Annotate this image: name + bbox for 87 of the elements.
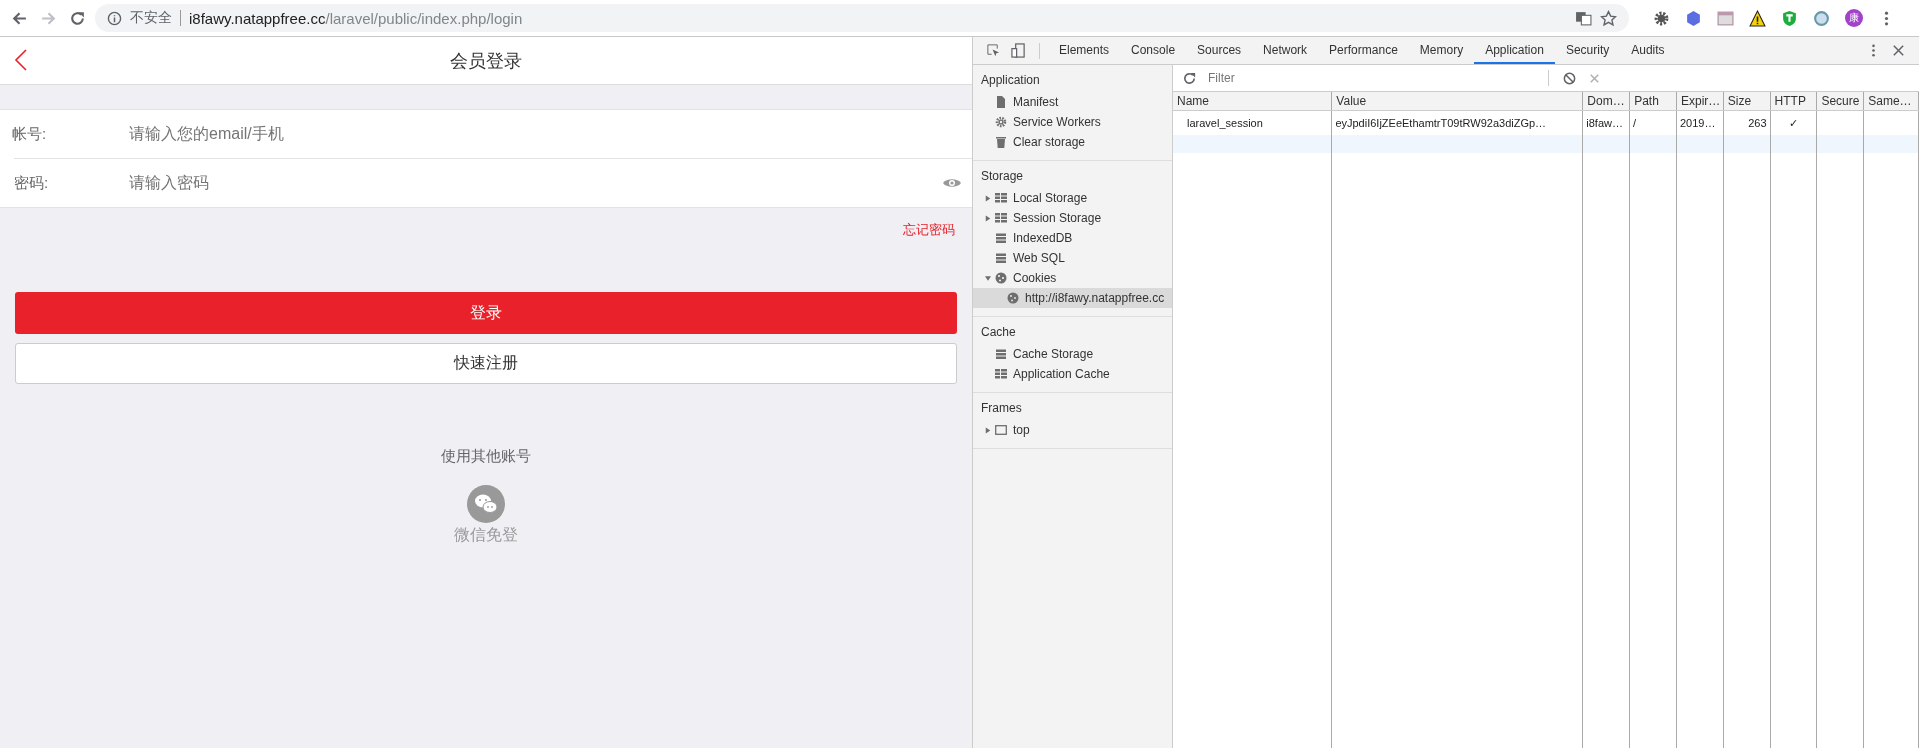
disclosure-triangle-icon[interactable] bbox=[985, 194, 991, 202]
devtools-tab[interactable]: Performance bbox=[1318, 37, 1409, 64]
sidebar-item[interactable]: Cache Storage bbox=[973, 344, 1172, 364]
grid-icon bbox=[995, 368, 1007, 380]
device-icon[interactable] bbox=[1011, 43, 1026, 58]
disclosure-triangle-icon[interactable] bbox=[985, 214, 991, 222]
table-cell: eyJpdiI6IjZEeEthamtrT09tRW92a3diZGp… bbox=[1335, 117, 1547, 129]
database-icon bbox=[995, 348, 1007, 360]
field-label: 帐号: bbox=[12, 124, 48, 144]
database-icon bbox=[995, 252, 1007, 264]
column-header[interactable]: Name bbox=[1173, 92, 1333, 110]
ring-icon[interactable] bbox=[1813, 9, 1830, 27]
page-title: 会员登录 bbox=[450, 49, 522, 73]
section-title: Frames bbox=[980, 400, 1023, 417]
section-title: Storage bbox=[980, 168, 1025, 185]
sidebar-item[interactable]: Local Storage bbox=[973, 188, 1172, 208]
sidebar-item[interactable]: Cookies bbox=[973, 268, 1172, 288]
block-icon[interactable] bbox=[1562, 70, 1577, 86]
input-field[interactable]: 请输入密码 bbox=[127, 173, 942, 193]
hexagon-icon[interactable] bbox=[1685, 9, 1702, 27]
sidebar-item[interactable]: Web SQL bbox=[973, 248, 1172, 268]
file-icon bbox=[995, 96, 1007, 108]
sidebar-item[interactable]: Session Storage bbox=[973, 208, 1172, 228]
column-header[interactable]: Expir… bbox=[1676, 92, 1724, 110]
sidebar-item[interactable]: Application Cache bbox=[973, 364, 1172, 384]
section-title: Cache bbox=[980, 324, 1017, 341]
sidebar-item[interactable]: Manifest bbox=[973, 92, 1172, 112]
shield-icon[interactable] bbox=[1781, 9, 1798, 27]
field-label: 密码: bbox=[14, 173, 50, 193]
section-title: Application bbox=[980, 72, 1041, 89]
sidebar-item[interactable]: http://i8fawy.natappfree.cc bbox=[973, 288, 1172, 308]
trash-icon bbox=[995, 136, 1007, 148]
grid-icon bbox=[995, 192, 1007, 204]
frame-icon bbox=[995, 424, 1007, 436]
column-header[interactable]: Secure bbox=[1817, 92, 1865, 110]
translate-icon[interactable] bbox=[1575, 9, 1592, 27]
devtools-tab[interactable]: Audits bbox=[1620, 37, 1676, 64]
grid-icon bbox=[995, 212, 1007, 224]
register-button[interactable]: 快速注册 bbox=[15, 343, 957, 384]
profile-avatar[interactable]: 康 bbox=[1845, 9, 1863, 27]
table-cell: / bbox=[1633, 117, 1637, 129]
table-cell: ✓ bbox=[1788, 116, 1799, 130]
security-label: 不安全 bbox=[130, 9, 172, 27]
table-cell: 2019… bbox=[1679, 117, 1716, 129]
database-icon bbox=[995, 232, 1007, 244]
sidebar-item[interactable]: Service Workers bbox=[973, 112, 1172, 132]
warning-icon[interactable] bbox=[1749, 9, 1766, 27]
devtools-tab[interactable]: Console bbox=[1120, 37, 1187, 64]
devtools-tab[interactable]: Application bbox=[1474, 37, 1555, 64]
grid-icon[interactable] bbox=[1717, 9, 1734, 27]
inspect-icon[interactable] bbox=[986, 43, 1001, 58]
gear-icon bbox=[995, 116, 1007, 128]
column-header[interactable]: Path bbox=[1630, 92, 1677, 110]
table-cell: i8faw… bbox=[1586, 117, 1623, 129]
eye-icon[interactable] bbox=[942, 177, 962, 189]
disclosure-triangle-icon[interactable] bbox=[985, 274, 991, 282]
chat-bubbles-icon[interactable] bbox=[467, 485, 505, 523]
devtools-tab[interactable]: Elements bbox=[1048, 37, 1121, 64]
refresh-icon[interactable] bbox=[1182, 70, 1197, 86]
table-cell: 263 bbox=[1748, 117, 1767, 129]
star-icon[interactable] bbox=[1600, 9, 1617, 27]
column-header[interactable]: HTTP bbox=[1770, 92, 1818, 110]
cookie-icon bbox=[1007, 292, 1019, 304]
devtools-tab[interactable]: Security bbox=[1554, 37, 1621, 64]
sidebar-item[interactable]: Clear storage bbox=[973, 132, 1172, 152]
login-button[interactable]: 登录 bbox=[15, 292, 957, 334]
cookie-icon bbox=[995, 272, 1007, 284]
column-header[interactable]: Dom… bbox=[1583, 92, 1631, 110]
column-header[interactable]: Value bbox=[1332, 92, 1584, 110]
devtools-tab[interactable]: Memory bbox=[1408, 37, 1475, 64]
other-accounts-label: 使用其他账号 bbox=[441, 447, 531, 466]
info-icon[interactable] bbox=[107, 10, 122, 26]
disclosure-triangle-icon[interactable] bbox=[985, 426, 991, 434]
sidebar-item[interactable]: IndexedDB bbox=[973, 228, 1172, 248]
input-field[interactable]: 请输入您的email/手机 bbox=[127, 124, 972, 144]
forgot-password-link[interactable]: 忘记密码 bbox=[903, 221, 955, 239]
back-icon[interactable] bbox=[14, 48, 28, 72]
url-text: i8fawy.natappfree.cc/laravel/public/index.php/login bbox=[189, 9, 523, 27]
sidebar-item[interactable]: top bbox=[973, 420, 1172, 440]
address-bar[interactable]: 不安全 i8fawy.natappfree.cc/laravel/public/index.php/login bbox=[95, 4, 1629, 32]
table-cell: laravel_session bbox=[1187, 117, 1263, 129]
devtools-tab[interactable]: Network bbox=[1252, 37, 1319, 64]
column-header[interactable]: Size bbox=[1723, 92, 1771, 110]
gear-icon[interactable] bbox=[1653, 9, 1670, 27]
close-icon[interactable] bbox=[1891, 43, 1906, 58]
devtools-tab[interactable]: Sources bbox=[1186, 37, 1253, 64]
column-header[interactable]: Same… bbox=[1864, 92, 1919, 110]
